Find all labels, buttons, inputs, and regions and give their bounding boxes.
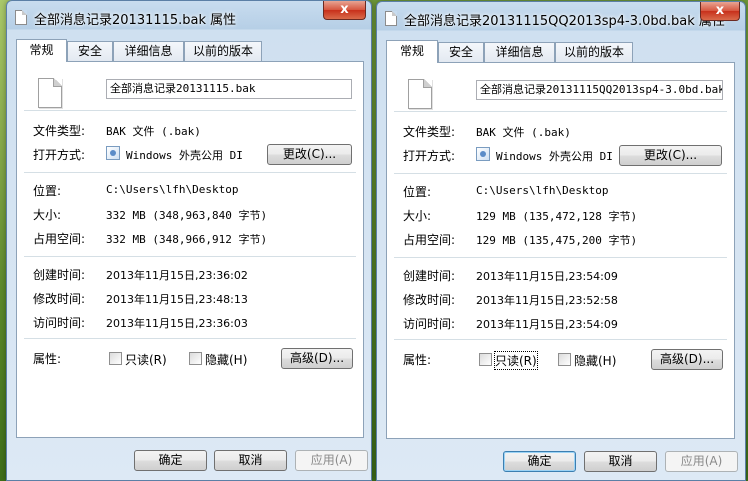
modified-label: 修改时间: xyxy=(33,292,86,306)
ok-button[interactable]: 确定 xyxy=(503,451,576,472)
close-button[interactable]: x xyxy=(323,1,366,20)
readonly-label[interactable]: 只读(R) xyxy=(494,351,538,370)
location-label: 位置: xyxy=(403,185,432,199)
apply-button[interactable]: 应用(A) xyxy=(665,451,738,472)
accessed-value: 2013年11月15日,23:54:09 xyxy=(476,318,618,331)
tab-details[interactable]: 详细信息 xyxy=(113,41,184,61)
readonly-checkbox[interactable] xyxy=(109,352,122,365)
created-value: 2013年11月15日,23:36:02 xyxy=(106,269,248,282)
advanced-button[interactable]: 高级(D)... xyxy=(281,348,353,369)
separator xyxy=(24,338,356,339)
separator xyxy=(24,256,356,257)
separator xyxy=(394,339,727,340)
size-label: 大小: xyxy=(403,209,432,223)
properties-dialog-right: 全部消息记录20131115QQ2013sp4-3.0bd.bak 属性 x 常… xyxy=(376,1,746,481)
modified-value: 2013年11月15日,23:48:13 xyxy=(106,293,248,306)
file-icon xyxy=(385,11,397,26)
change-button[interactable]: 更改(C)... xyxy=(619,145,722,166)
modified-value: 2013年11月15日,23:52:58 xyxy=(476,294,618,307)
window-title: 全部消息记录20131115QQ2013sp4-3.0bd.bak 属性 xyxy=(404,14,725,29)
accessed-label: 访问时间: xyxy=(33,316,86,330)
location-value: C:\Users\lfh\Desktop xyxy=(106,183,239,196)
modified-label: 修改时间: xyxy=(403,293,456,307)
readonly-checkbox[interactable] xyxy=(479,353,492,366)
separator xyxy=(394,173,727,174)
app-icon xyxy=(476,147,490,161)
readonly-label[interactable]: 只读(R) xyxy=(125,351,167,368)
separator xyxy=(24,172,356,173)
open-with-value: Windows 外壳公用 DI xyxy=(126,149,243,162)
size-label: 大小: xyxy=(33,208,62,222)
file-type-label: 文件类型: xyxy=(33,124,86,138)
size-on-disk-value: 332 MB (348,966,912 字节) xyxy=(106,233,268,246)
file-icon xyxy=(408,79,432,109)
tab-general[interactable]: 常规 xyxy=(386,40,438,63)
hidden-label[interactable]: 隐藏(H) xyxy=(574,352,616,369)
filename-field[interactable]: 全部消息记录20131115QQ2013sp4-3.0bd.bak xyxy=(476,80,723,100)
title-bar[interactable]: 全部消息记录20131115QQ2013sp4-3.0bd.bak 属性 x xyxy=(377,2,745,32)
tab-security[interactable]: 安全 xyxy=(438,42,484,62)
properties-dialog-left: 全部消息记录20131115.bak 属性 x 常规 安全 详细信息 以前的版本… xyxy=(6,0,372,481)
tab-general[interactable]: 常规 xyxy=(16,39,67,62)
location-value: C:\Users\lfh\Desktop xyxy=(476,184,609,197)
file-type-value: BAK 文件 (.bak) xyxy=(476,126,571,139)
location-label: 位置: xyxy=(33,184,62,198)
separator xyxy=(394,111,727,112)
created-label: 创建时间: xyxy=(403,269,456,283)
ok-button[interactable]: 确定 xyxy=(134,450,207,471)
accessed-value: 2013年11月15日,23:36:03 xyxy=(106,317,248,330)
advanced-button[interactable]: 高级(D)... xyxy=(651,349,723,370)
hidden-checkbox[interactable] xyxy=(558,353,571,366)
app-icon xyxy=(106,146,120,160)
attributes-label: 属性: xyxy=(33,352,62,366)
general-panel: 全部消息记录20131115.bak 文件类型: BAK 文件 (.bak) 打… xyxy=(16,61,364,438)
attributes-label: 属性: xyxy=(403,353,432,367)
size-on-disk-value: 129 MB (135,475,200 字节) xyxy=(476,234,638,247)
tab-previous-versions[interactable]: 以前的版本 xyxy=(184,41,262,61)
tab-security[interactable]: 安全 xyxy=(67,41,113,61)
size-on-disk-label: 占用空间: xyxy=(403,233,456,247)
open-with-label: 打开方式: xyxy=(403,149,456,163)
file-type-label: 文件类型: xyxy=(403,125,456,139)
change-button[interactable]: 更改(C)... xyxy=(267,144,352,165)
general-panel: 全部消息记录20131115QQ2013sp4-3.0bd.bak 文件类型: … xyxy=(386,62,735,439)
separator xyxy=(394,257,727,258)
hidden-label[interactable]: 隐藏(H) xyxy=(205,351,247,368)
created-value: 2013年11月15日,23:54:09 xyxy=(476,270,618,283)
size-value: 332 MB (348,963,840 字节) xyxy=(106,209,268,222)
title-bar[interactable]: 全部消息记录20131115.bak 属性 x xyxy=(7,1,371,31)
tab-previous-versions[interactable]: 以前的版本 xyxy=(555,42,633,62)
window-title: 全部消息记录20131115.bak 属性 xyxy=(34,13,237,28)
created-label: 创建时间: xyxy=(33,268,86,282)
apply-button[interactable]: 应用(A) xyxy=(295,450,368,471)
cancel-button[interactable]: 取消 xyxy=(584,451,657,472)
close-button[interactable]: x xyxy=(700,2,740,21)
file-icon xyxy=(38,78,62,108)
size-value: 129 MB (135,472,128 字节) xyxy=(476,210,638,223)
separator xyxy=(24,110,356,111)
tab-details[interactable]: 详细信息 xyxy=(484,42,555,62)
cancel-button[interactable]: 取消 xyxy=(214,450,287,471)
accessed-label: 访问时间: xyxy=(403,317,456,331)
open-with-value: Windows 外壳公用 DI xyxy=(496,150,613,163)
hidden-checkbox[interactable] xyxy=(189,352,202,365)
size-on-disk-label: 占用空间: xyxy=(33,232,86,246)
file-type-value: BAK 文件 (.bak) xyxy=(106,125,201,138)
filename-field[interactable]: 全部消息记录20131115.bak xyxy=(106,79,352,99)
file-icon xyxy=(15,10,27,25)
open-with-label: 打开方式: xyxy=(33,148,86,162)
